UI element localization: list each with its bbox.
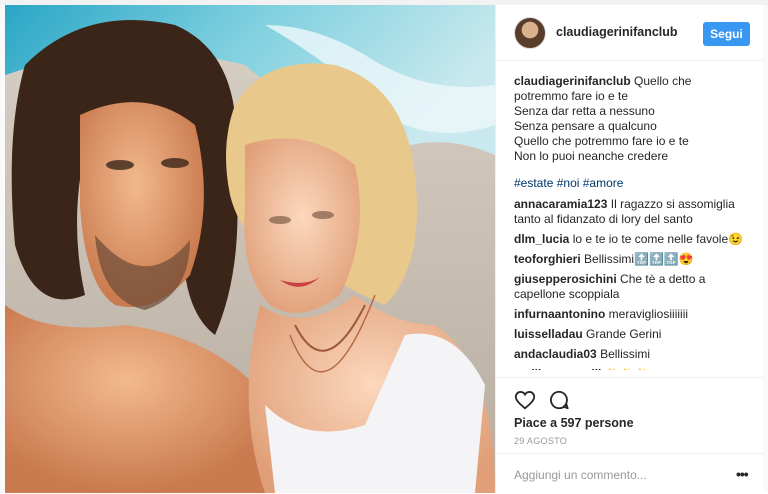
post-photo[interactable] (5, 5, 495, 493)
caption-line-4: Quello che potremmo fare io e te (514, 134, 689, 148)
comment-item: luisselladau Grande Gerini (514, 327, 754, 342)
add-comment-input[interactable]: Aggiungi un commento... (514, 468, 647, 482)
comment-username[interactable]: giusepperosichini (514, 272, 617, 286)
heart-icon[interactable] (514, 389, 536, 411)
hashtag-link[interactable]: #estate (514, 176, 553, 190)
comment-text: ✨✨✨ (605, 367, 650, 370)
comment-text: Bellissimi (600, 347, 651, 361)
post-header: claudiagerinifanclub Segui (496, 5, 764, 61)
comments-list[interactable]: claudiagerinifanclub Quello che potremmo… (514, 74, 754, 370)
comment-bubble-icon[interactable] (548, 389, 570, 411)
caption-line-3: Senza pensare a qualcuno (514, 119, 657, 133)
likes-count[interactable]: Piace a 597 persone (514, 416, 634, 430)
comment-item: emilianomarsili ✨✨✨ (514, 367, 754, 370)
comment-text: Bellissimi🔝🔝🔝😍 (584, 252, 694, 266)
comment-item: annacaramia123 Il ragazzo si assomiglia … (514, 197, 754, 227)
more-options-icon[interactable]: ••• (736, 466, 749, 482)
caption-line-5: Non lo puoi neanche credere (514, 149, 669, 163)
hashtag-link[interactable]: #noi (557, 176, 580, 190)
comment-item: giusepperosichini Che tè a detto a capel… (514, 272, 754, 302)
comment-text: meravigliosiiiiiii (608, 307, 689, 321)
add-comment-bar: Aggiungi un commento... ••• (496, 453, 764, 494)
follow-button[interactable]: Segui (703, 22, 750, 46)
caption-line-2: Senza dar retta a nessuno (514, 104, 655, 118)
comment-username[interactable]: emilianomarsili (514, 367, 601, 370)
comment-username[interactable]: infurnaantonino (514, 307, 605, 321)
comment-username[interactable]: dlm_lucia (514, 232, 569, 246)
comment-username[interactable]: luisselladau (514, 327, 583, 341)
post-modal: claudiagerinifanclub Segui claudiagerini… (0, 0, 768, 493)
hashtags: #estate #noi #amore (514, 176, 754, 191)
comment-item: andaclaudia03 Bellissimi (514, 347, 754, 362)
post-date: 29 AGOSTO (514, 436, 568, 446)
caption-line-1: potremmo fare io e te (514, 89, 629, 103)
caption-line-0: Quello che (634, 74, 692, 88)
comment-username[interactable]: teoforghieri (514, 252, 581, 266)
comment-text: lo e te io te come nelle favole😉 (572, 232, 744, 246)
caption-username[interactable]: claudiagerinifanclub (514, 74, 631, 88)
comment-item: dlm_lucia lo e te io te come nelle favol… (514, 232, 754, 247)
post-actions: Piace a 597 persone 29 AGOSTO Aggiungi u… (496, 377, 764, 493)
selfie-image (5, 5, 495, 493)
comment-item: teoforghieri Bellissimi🔝🔝🔝😍 (514, 252, 754, 267)
avatar[interactable] (514, 17, 546, 49)
comment-text: Grande Gerini (586, 327, 662, 341)
caption: claudiagerinifanclub Quello che potremmo… (514, 74, 754, 164)
header-username[interactable]: claudiagerinifanclub (556, 25, 678, 39)
comment-username[interactable]: andaclaudia03 (514, 347, 597, 361)
post-side-panel: claudiagerinifanclub Segui claudiagerini… (495, 5, 764, 493)
hashtag-link[interactable]: #amore (583, 176, 624, 190)
comment-item: infurnaantonino meravigliosiiiiiii (514, 307, 754, 322)
comment-username[interactable]: annacaramia123 (514, 197, 607, 211)
